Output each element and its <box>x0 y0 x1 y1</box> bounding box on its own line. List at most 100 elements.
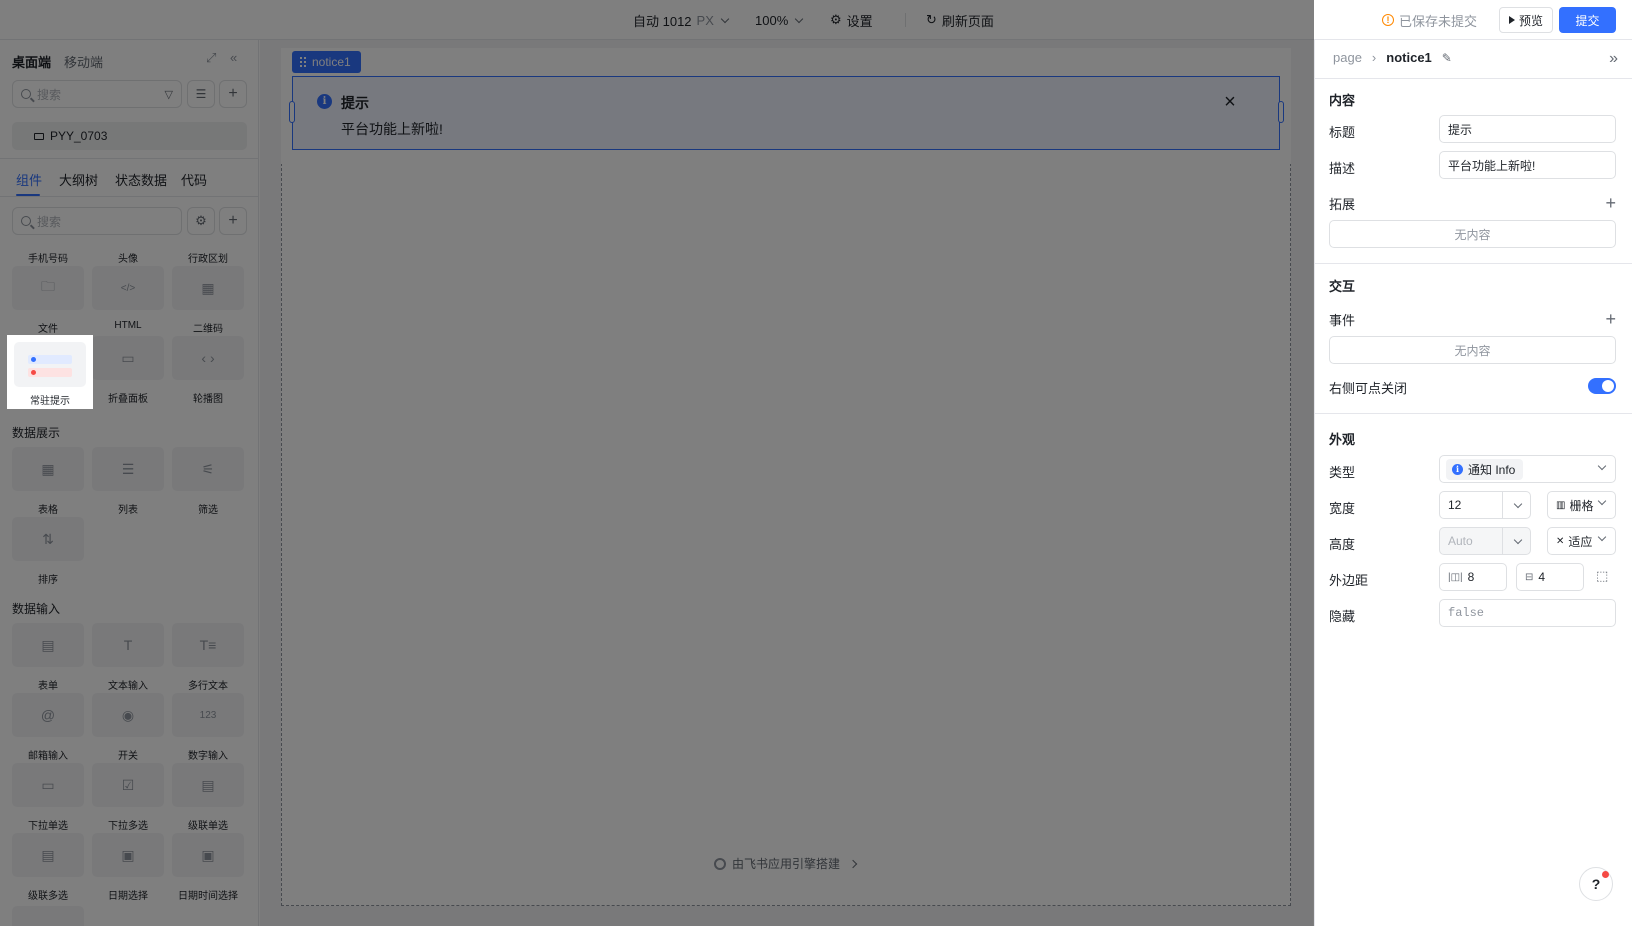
add-page-button[interactable]: + <box>219 80 247 108</box>
expand-icon[interactable]: ⤢ <box>206 50 216 66</box>
hidden-input[interactable]: false <box>1439 599 1616 627</box>
collapse-panel-icon[interactable]: » <box>1609 50 1618 68</box>
component-textarea-tile[interactable]: T≡ <box>172 623 244 667</box>
resize-handle-left[interactable] <box>289 101 295 123</box>
page-frame[interactable] <box>281 48 1291 906</box>
component-cascader-multi-tile[interactable]: ▤ <box>12 833 84 877</box>
selected-component-tag[interactable]: notice1 <box>292 51 361 73</box>
description-input[interactable]: 平台功能上新啦! <box>1439 151 1616 179</box>
component-datetime-tile[interactable]: ▣ <box>172 833 244 877</box>
gear-icon: ⚙ <box>195 213 207 228</box>
component-list-tile[interactable]: ☰ <box>92 447 164 491</box>
component-sort-tile[interactable]: ⇅ <box>12 517 84 561</box>
component-date-tile[interactable]: ▣ <box>92 833 164 877</box>
width-mode-select[interactable]: ▥ 栅格 <box>1547 491 1616 519</box>
description-label: 描述 <box>1329 161 1356 176</box>
component-switch-tile[interactable]: ◉ <box>92 693 164 737</box>
component-text-input-tile[interactable]: T <box>92 623 164 667</box>
title-input[interactable]: 提示 <box>1439 115 1616 143</box>
tab-state-data[interactable]: 状态数据 <box>115 170 167 189</box>
help-button[interactable]: ? <box>1579 867 1613 901</box>
component-filter-tile[interactable]: ⚟ <box>172 447 244 491</box>
page-search-input[interactable]: 搜索 ▽ <box>12 80 182 108</box>
margin-horizontal-value: 8 <box>1467 570 1475 584</box>
component-file-tile[interactable]: 🗀 <box>12 266 84 310</box>
chevron-right-icon: › <box>1371 50 1377 65</box>
component-html-tile[interactable]: </> <box>92 266 164 310</box>
component-cascader-tile[interactable]: ▤ <box>172 763 244 807</box>
extend-empty: 无内容 <box>1329 220 1616 248</box>
toolbar-divider <box>905 13 906 27</box>
resize-handle-right[interactable] <box>1278 101 1284 123</box>
width-dropdown[interactable] <box>1502 492 1530 518</box>
breadcrumb-parent[interactable]: page <box>1333 50 1362 65</box>
zoom-select[interactable]: 100% <box>755 0 804 40</box>
section-content: 内容 <box>1329 93 1356 108</box>
component-avatar[interactable]: 头像 <box>88 250 168 265</box>
component-form-tile[interactable]: ▤ <box>12 623 84 667</box>
form-icon: ▤ <box>41 636 55 653</box>
width-label: 宽度 <box>1329 501 1356 516</box>
settings-button[interactable]: ⚙ 设置 <box>830 0 873 40</box>
vertical-spacing-icon: ⊟ <box>1525 571 1534 583</box>
component-carousel-tile[interactable]: ‹ › <box>172 336 244 380</box>
textarea-icon: T≡ <box>199 637 217 653</box>
hidden-label: 隐藏 <box>1329 609 1356 624</box>
page-search-placeholder: 搜索 <box>37 87 62 102</box>
drag-handle-icon[interactable] <box>300 57 306 67</box>
add-extend-icon[interactable]: + <box>1605 194 1616 212</box>
preview-button[interactable]: 预览 <box>1499 7 1553 33</box>
margin-vertical-input[interactable]: ⊟ 4 <box>1516 563 1584 591</box>
extend-label: 拓展 <box>1329 197 1356 212</box>
tab-code[interactable]: 代码 <box>181 170 207 189</box>
notice-component[interactable]: i 提示 平台功能上新啦! × <box>292 76 1280 150</box>
component-collapse-tile[interactable]: ▭ <box>92 336 164 380</box>
mode-tab-mobile[interactable]: 移动端 <box>64 52 103 71</box>
component-select-tile[interactable]: ▭ <box>12 763 84 807</box>
add-component-button[interactable]: + <box>219 207 247 235</box>
submit-button[interactable]: 提交 <box>1559 7 1616 33</box>
event-empty: 无内容 <box>1329 336 1616 364</box>
plus-icon: + <box>228 212 238 229</box>
component-region[interactable]: 行政区划 <box>168 250 248 265</box>
width-input[interactable]: 12 <box>1439 491 1531 519</box>
component-multiselect-tile[interactable]: ☑ <box>92 763 164 807</box>
component-notice-tile[interactable]: 常驻提示 <box>7 335 93 409</box>
info-icon: i <box>317 94 332 109</box>
notice-title: 提示 <box>341 95 369 111</box>
canvas-size-select[interactable]: 自动 1012 PX <box>633 0 730 40</box>
close-icon[interactable]: × <box>1221 92 1239 112</box>
height-dropdown[interactable] <box>1502 528 1530 554</box>
component-qrcode-tile[interactable]: ▦ <box>172 266 244 310</box>
component-datetime-label: 日期时间选择 <box>178 891 238 902</box>
margin-horizontal-input[interactable]: |◫| 8 <box>1439 563 1507 591</box>
component-sort-label: 排序 <box>38 575 58 586</box>
component-date-label: 日期选择 <box>108 891 148 902</box>
component-settings-button[interactable]: ⚙ <box>187 207 215 235</box>
height-mode-select[interactable]: ✕ 适应 <box>1547 527 1616 555</box>
margin-expand-icon[interactable]: ⬚ <box>1596 568 1608 584</box>
powered-by-link[interactable]: 由飞书应用引擎搭建 <box>714 855 858 872</box>
component-number-tile[interactable]: 123 <box>172 693 244 737</box>
tab-outline[interactable]: 大纲树 <box>59 170 98 189</box>
add-event-icon[interactable]: + <box>1605 310 1616 328</box>
collapse-left-icon[interactable]: « <box>230 50 237 65</box>
mode-tab-desktop[interactable]: 桌面端 <box>12 52 51 71</box>
component-search-input[interactable]: 搜索 <box>12 207 182 235</box>
page-item[interactable]: PYY_0703 <box>12 122 247 150</box>
component-email-tile[interactable]: @ <box>12 693 84 737</box>
height-input[interactable]: Auto <box>1439 527 1531 555</box>
page-list-button[interactable]: ☰ <box>187 80 215 108</box>
closable-toggle[interactable] <box>1588 378 1616 394</box>
component-file-label: 文件 <box>38 324 58 335</box>
component-table-tile[interactable]: ▦ <box>12 447 84 491</box>
refresh-page-button[interactable]: ↻ 刷新页面 <box>926 0 994 40</box>
tab-components[interactable]: 组件 <box>16 170 42 189</box>
edit-icon[interactable]: ✎ <box>1442 51 1452 65</box>
component-phone[interactable]: 手机号码 <box>8 250 88 265</box>
chevron-down-icon <box>1597 532 1607 542</box>
component-more-tile[interactable] <box>12 906 84 926</box>
horizontal-spacing-icon: |◫| <box>1448 571 1463 583</box>
type-select[interactable]: i 通知 Info <box>1439 455 1616 483</box>
filter-icon[interactable]: ▽ <box>165 88 173 101</box>
